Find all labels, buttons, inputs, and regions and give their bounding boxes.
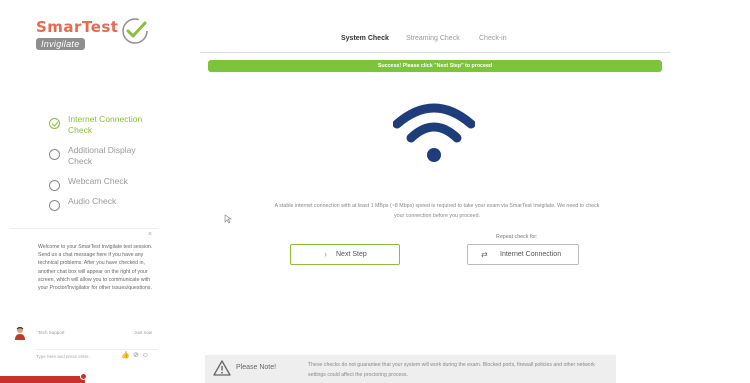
chat-toggle-tab[interactable] [0,376,85,383]
chevron-right-icon: › [324,249,327,259]
logo-text: SmarTest [36,18,119,36]
empty-circle-icon [49,200,60,211]
tab-check-in[interactable]: Check-in [479,35,507,42]
refresh-icon: ⇄ [481,250,488,259]
tab-system-check[interactable]: System Check [341,35,389,42]
step-additional-display: Additional Display Check [48,145,158,167]
chat-close-button[interactable]: × [148,231,152,238]
notification-badge [80,373,87,380]
support-chat: × Welcome to your SmarTest Invigilate te… [10,228,158,364]
main-panel: System Check Streaming Check Check-in Su… [160,0,750,383]
next-step-button[interactable]: › Next Step [290,244,400,265]
step-label: Additional Display Check [68,145,136,166]
logo-check-icon [122,18,148,44]
repeat-check-label: Repeat check for: [496,234,538,240]
step-webcam: Webcam Check [48,176,158,191]
chat-sender: Tech Support [38,330,65,335]
step-label: Audio Check [68,196,117,206]
smartest-logo: SmarTest Invigilate [36,16,152,56]
check-circle-icon [49,118,60,129]
wifi-icon [393,103,475,162]
thumbs-up-icon[interactable]: 👍 [121,352,133,359]
empty-circle-icon [49,180,60,191]
step-internet-connection: Internet Connection Check [48,114,158,136]
repeat-button-label: Internet Connection [500,251,562,258]
warning-icon [213,360,231,376]
chat-timestamp: Just now [134,330,152,335]
tab-streaming-check[interactable]: Streaming Check [406,35,460,42]
emoji-icon[interactable]: ☺ [142,352,152,359]
note-title: Please Note! [236,364,277,371]
step-audio: Audio Check [48,196,158,211]
logo-subtitle: Invigilate [36,38,85,50]
check-steps-list: Internet Connection Check Additional Dis… [48,114,158,216]
repeat-internet-check-button[interactable]: ⇄ Internet Connection [467,244,579,265]
chat-message: Welcome to your SmarTest Invigilate test… [38,244,153,292]
step-label: Webcam Check [68,176,128,186]
step-label: Internet Connection Check [68,114,143,135]
success-banner: Success! Please click "Next Step" to pro… [208,60,662,72]
next-step-label: Next Step [336,251,367,258]
sidebar: SmarTest Invigilate Internet Connection … [0,0,160,383]
support-avatar-icon [15,326,25,340]
mouse-cursor-icon [224,214,232,224]
chat-action-icons: 👍⊘☺ [121,351,152,359]
check-tabs: System Check Streaming Check Check-in [200,33,670,53]
connection-requirement-text: A stable internet connection with at lea… [274,203,600,219]
please-note-panel: Please Note! These checks do not guarant… [205,355,616,383]
empty-circle-icon [49,149,60,160]
attachment-icon[interactable]: ⊘ [133,352,142,359]
note-text: These checks do not guarantee that your … [308,362,595,378]
